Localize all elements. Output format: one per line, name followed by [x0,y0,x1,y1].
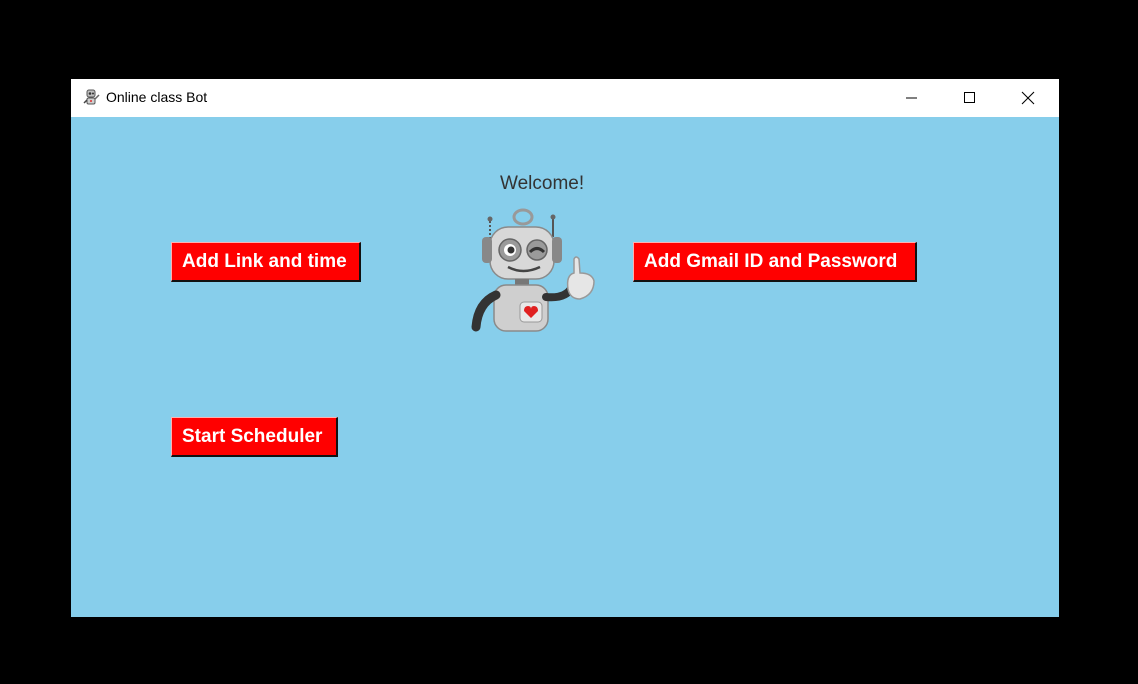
maximize-button[interactable] [941,79,999,117]
start-scheduler-button[interactable]: Start Scheduler [171,417,338,457]
minimize-icon [906,97,917,99]
close-button[interactable] [999,79,1057,117]
maximize-icon [964,92,975,103]
robot-mascot-image [470,207,602,333]
robot-icon [81,88,101,108]
main-panel: Welcome! Add Link and time Add Gmail ID … [71,117,1059,617]
minimize-button[interactable] [883,79,941,117]
add-gmail-button[interactable]: Add Gmail ID and Password [633,242,917,282]
add-link-button[interactable]: Add Link and time [171,242,361,282]
app-window: Online class Bot Welcome! Add Link and t… [71,79,1059,617]
window-title: Online class Bot [106,89,208,105]
close-icon [1021,91,1035,105]
welcome-label: Welcome! [500,173,585,194]
title-bar[interactable]: Online class Bot [71,79,1059,117]
